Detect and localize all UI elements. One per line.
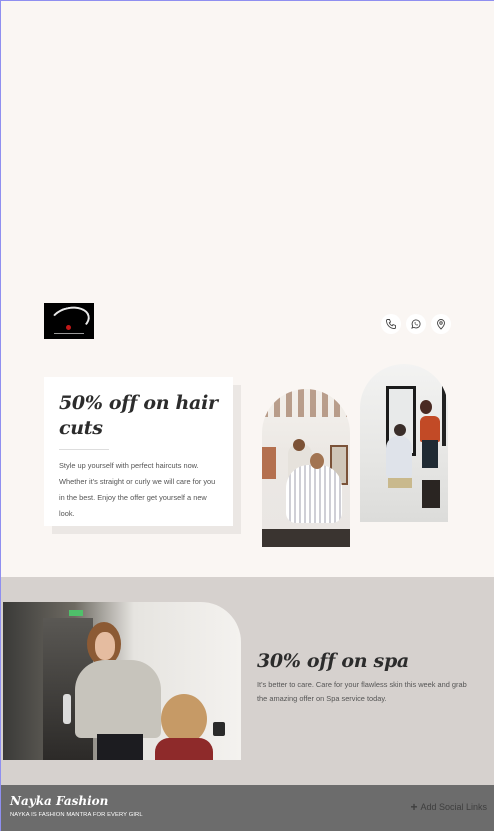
hero-banner-area bbox=[1, 1, 494, 301]
stylist-skirt bbox=[422, 440, 438, 468]
client-figure bbox=[386, 436, 412, 478]
spa-offer-text: It's better to care. Care for your flawl… bbox=[257, 680, 467, 703]
plus-icon: + bbox=[410, 799, 418, 814]
chair-base bbox=[388, 478, 412, 488]
spa-stylist-photo bbox=[3, 602, 241, 760]
footer: Nayka Fashion NAYKA IS FASHION MANTRA FO… bbox=[1, 785, 494, 831]
phone-icon[interactable] bbox=[381, 314, 401, 334]
contact-icons bbox=[381, 314, 451, 334]
stylist-head bbox=[420, 400, 432, 414]
client-top bbox=[155, 738, 213, 760]
whatsapp-icon[interactable] bbox=[406, 314, 426, 334]
logo-dot bbox=[66, 325, 71, 330]
salon-photo bbox=[360, 364, 448, 522]
spray-bottle bbox=[63, 694, 71, 724]
ceiling-beams bbox=[262, 389, 350, 417]
add-social-links-label: Add Social Links bbox=[420, 802, 487, 812]
client-head bbox=[394, 424, 406, 436]
location-pin-icon[interactable] bbox=[431, 314, 451, 334]
stylist-top bbox=[75, 660, 161, 738]
stylist-top bbox=[420, 416, 440, 442]
floor bbox=[262, 481, 350, 547]
divider bbox=[59, 449, 109, 450]
footer-brand[interactable]: Nayka Fashion bbox=[10, 794, 108, 808]
add-social-links-button[interactable]: + Add Social Links bbox=[410, 799, 487, 814]
client-hair bbox=[161, 694, 207, 744]
ceiling-light bbox=[69, 610, 83, 616]
barber-head bbox=[293, 439, 305, 451]
stylist-face bbox=[95, 632, 115, 660]
client-head bbox=[310, 453, 324, 469]
logo-swoosh bbox=[47, 303, 93, 337]
haircut-offer-card: 50% off on hair cuts Style up yourself w… bbox=[44, 377, 233, 526]
cup bbox=[213, 722, 225, 736]
haircut-offer-title: 50% off on hair cuts bbox=[59, 392, 218, 439]
footer-tagline: NAYKA IS FASHION MANTRA FOR EVERY GIRL bbox=[10, 812, 143, 818]
spa-offer-title: 30% off on spa bbox=[257, 650, 409, 672]
haircut-offer-text: Style up yourself with perfect haircuts … bbox=[59, 461, 216, 518]
window-shelf bbox=[442, 386, 446, 446]
spa-offer-section: 30% off on spa It's better to care. Care… bbox=[1, 577, 494, 785]
salon-logo[interactable] bbox=[44, 303, 94, 339]
stylist-boots bbox=[422, 480, 440, 508]
barber-photo bbox=[262, 389, 350, 547]
brick-wall bbox=[262, 447, 276, 479]
stylist-jeans bbox=[97, 734, 143, 760]
logo-line bbox=[54, 333, 84, 334]
